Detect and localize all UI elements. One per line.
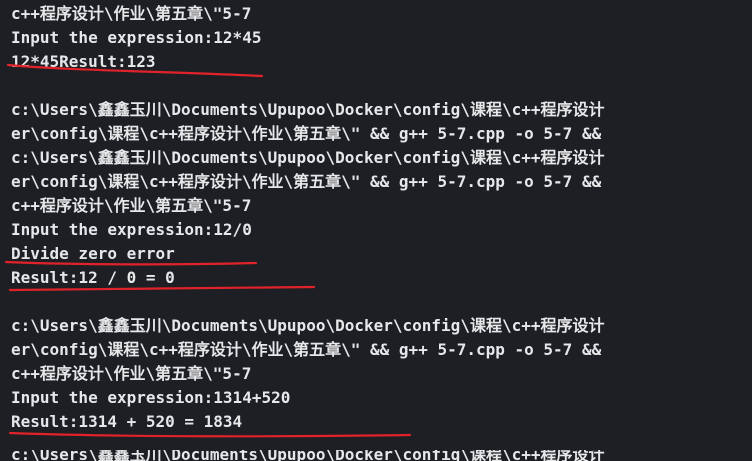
terminal-line: c++程序设计\作业\第五章\"5-7 [11,4,252,23]
terminal-line: Input the expression:1314+520 [11,388,291,407]
terminal-line: c++程序设计\作业\第五章\"5-7 [11,364,252,383]
terminal-line: c:\Users\鑫鑫玉川\Documents\Upupoo\Docker\co… [11,316,605,335]
terminal-output[interactable]: c++程序设计\作业\第五章\"5-7 Input the expression… [0,0,752,461]
terminal-lines: c++程序设计\作业\第五章\"5-7 Input the expression… [11,2,604,434]
terminal-line: Result:12 / 0 = 0 [11,268,175,287]
terminal-line: c++程序设计\作业\第五章\"5-7 [11,196,252,215]
terminal-line: er\config\课程\c++程序设计\作业\第五章\" && g++ 5-7… [11,172,602,191]
terminal-line: Divide zero error [11,244,175,263]
terminal-line: 12*45Result:123 [11,52,156,71]
terminal-line: er\config\课程\c++程序设计\作业\第五章\" && g++ 5-7… [11,340,602,359]
terminal-line: Input the expression:12/0 [11,220,252,239]
terminal-line-partial: c:\Users\鑫鑫玉川\Documents\Upupoo\Docker\co… [11,450,605,461]
terminal-line: Input the expression:12*45 [11,28,262,47]
terminal-line: Result:1314 + 520 = 1834 [11,412,243,431]
terminal-line: c:\Users\鑫鑫玉川\Documents\Upupoo\Docker\co… [11,100,605,119]
terminal-line: er\config\课程\c++程序设计\作业\第五章\" && g++ 5-7… [11,124,602,143]
terminal-line: c:\Users\鑫鑫玉川\Documents\Upupoo\Docker\co… [11,148,605,167]
partial-line-clip: c:\Users\鑫鑫玉川\Documents\Upupoo\Docker\co… [0,450,752,461]
